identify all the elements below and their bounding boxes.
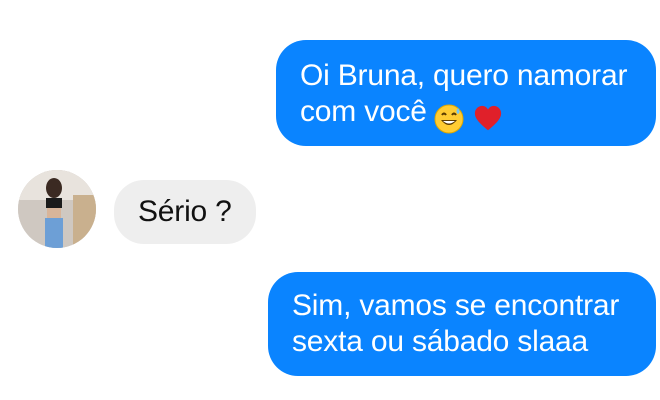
message-text-line: Sim, vamos se encontrar: [292, 289, 620, 322]
emoji-group: [433, 100, 503, 136]
red-heart-icon: [474, 105, 502, 131]
message-text: Sério ?: [138, 195, 232, 228]
message-text-line-2: com você: [300, 94, 636, 136]
message-bubble-outgoing[interactable]: Sim, vamos se encontrar sexta ou sábado …: [268, 272, 656, 376]
chat-thread: Oi Bruna, quero namorar com você Sério ?…: [0, 0, 660, 400]
message-bubble-outgoing[interactable]: Oi Bruna, quero namorar com você: [276, 40, 656, 146]
avatar[interactable]: [18, 170, 96, 248]
message-bubble-incoming[interactable]: Sério ?: [114, 180, 256, 244]
message-text-line-2: sexta ou sábado slaaa: [292, 325, 589, 358]
message-text-line: Oi Bruna, quero namorar: [300, 59, 628, 92]
message-text: com você: [300, 95, 427, 128]
profile-photo-icon: [18, 170, 96, 248]
grinning-sweat-icon: [434, 104, 464, 134]
